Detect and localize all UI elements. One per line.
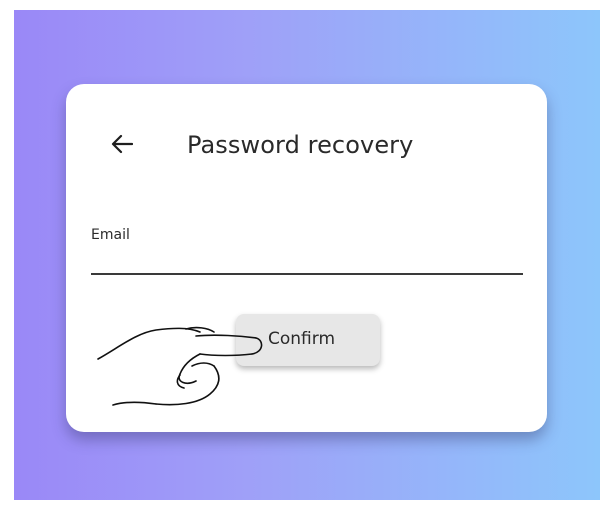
page-title: Password recovery xyxy=(187,131,414,159)
email-label: Email xyxy=(91,227,130,243)
email-underline xyxy=(91,273,523,275)
arrow-left-icon xyxy=(111,134,133,154)
email-field[interactable]: Email xyxy=(91,218,523,276)
back-button[interactable] xyxy=(108,130,136,158)
confirm-button[interactable]: Confirm xyxy=(236,314,380,366)
email-input[interactable] xyxy=(91,248,523,272)
